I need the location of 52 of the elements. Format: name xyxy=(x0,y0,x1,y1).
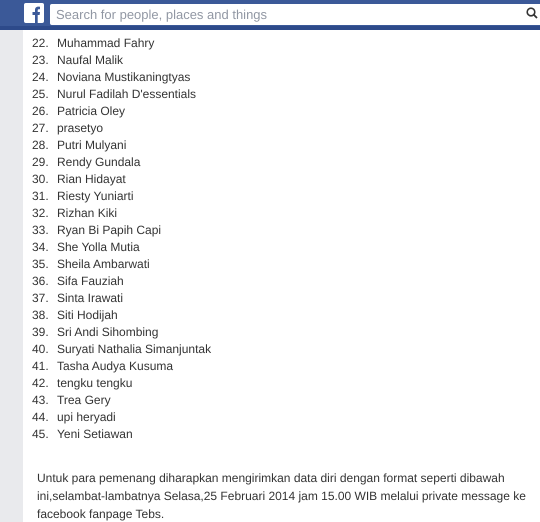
list-number: 33. xyxy=(32,222,50,238)
winner-name: Rian Hidayat xyxy=(57,170,126,188)
list-number: 42. xyxy=(32,374,50,392)
list-number: 27. xyxy=(32,120,50,136)
winner-name: Noviana Mustikaningtyas xyxy=(57,68,190,86)
winner-name: Sifa Fauziah xyxy=(57,272,124,290)
list-number: 41. xyxy=(32,358,50,374)
winner-name: Sinta Irawati xyxy=(57,290,124,306)
list-number: 40. xyxy=(32,340,50,358)
winner-name: Putri Mulyani xyxy=(57,136,126,154)
list-number: 39. xyxy=(32,324,50,340)
list-number: 35. xyxy=(32,256,50,272)
list-number: 28. xyxy=(32,136,50,154)
winner-name: Naufal Malik xyxy=(57,52,124,68)
winner-name: Ryan Bi Papih Capi xyxy=(57,222,162,238)
winner-name: Sheila Ambarwati xyxy=(57,256,150,272)
winner-name: upi heryadi xyxy=(57,408,116,426)
winner-name: Rizhan Kiki xyxy=(57,204,118,222)
list-number: 43. xyxy=(32,392,50,408)
winner-name: Patricia Oley xyxy=(57,102,126,120)
winner-name: Rendy Gundala xyxy=(57,154,140,170)
winner-name: Suryati Nathalia Simanjuntak xyxy=(57,340,212,358)
search-field[interactable]: Search for people, places and things xyxy=(50,4,540,24)
list-number: 30. xyxy=(32,170,50,188)
winner-name: Sri Andi Sihombing xyxy=(57,324,158,340)
list-number: 25. xyxy=(32,86,50,102)
list-number: 37. xyxy=(32,290,50,306)
winner-name: Riesty Yuniarti xyxy=(57,188,134,204)
winner-name: tengku tengku xyxy=(57,374,132,392)
winner-name: Trea Gery xyxy=(57,392,111,408)
winner-name: Siti Hodijah xyxy=(57,306,118,324)
winner-name: Muhammad Fahry xyxy=(57,34,154,52)
list-number: 44. xyxy=(32,408,50,426)
list-number: 29. xyxy=(32,154,50,170)
logo-icon[interactable] xyxy=(24,3,44,23)
announcement-paragraph: Untuk para pemenang diharapkan mengirimkan data diri dengan format seperti dibawah ini,selambat-lambatnya Selasa,25 Februari 2014 jam 15.00 WIB melalui private message ke facebook fanpage Tebs. xyxy=(36,470,527,522)
list-number: 34. xyxy=(32,238,50,256)
list-number: 22. xyxy=(32,34,50,52)
search-icon[interactable] xyxy=(526,6,538,18)
list-number: 24. xyxy=(32,68,50,86)
winner-name: Nurul Fadilah D'essentials xyxy=(57,86,196,102)
list-number: 26. xyxy=(32,102,50,120)
list-number: 32. xyxy=(32,204,50,222)
winner-name: She Yolla Mutia xyxy=(57,238,140,256)
list-number: 38. xyxy=(32,306,50,324)
winner-name: Tasha Audya Kusuma xyxy=(57,358,174,374)
winner-name: prasetyo xyxy=(57,120,104,136)
list-number: 36. xyxy=(32,272,50,290)
winner-name: Yeni Setiawan xyxy=(57,426,133,442)
list-number: 23. xyxy=(32,52,50,68)
list-number: 45. xyxy=(32,426,50,442)
list-number: 31. xyxy=(32,188,50,204)
